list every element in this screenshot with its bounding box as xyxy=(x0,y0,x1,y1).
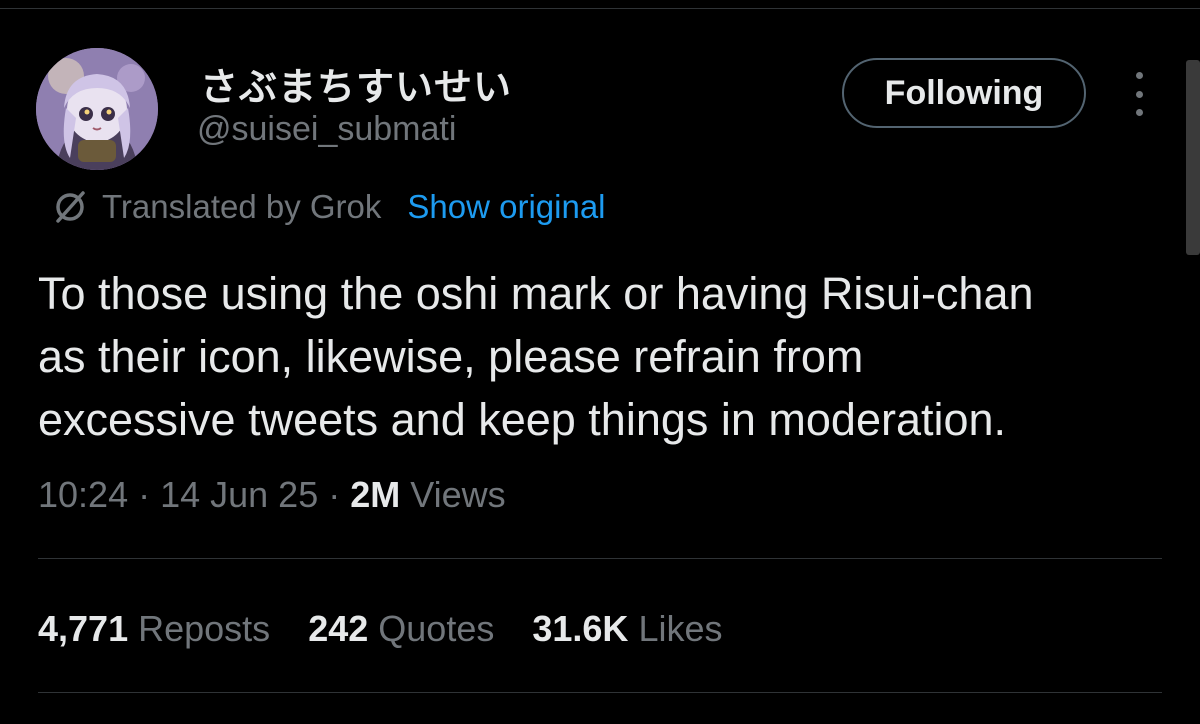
reposts-stat[interactable]: 4,771 Reposts xyxy=(38,608,270,650)
more-dot xyxy=(1135,72,1143,79)
more-dot xyxy=(1135,109,1143,116)
quotes-count: 242 xyxy=(308,608,369,649)
likes-label: Likes xyxy=(638,608,723,649)
tweet-text-line: as their icon, likewise, please refrain … xyxy=(38,331,864,382)
reposts-label: Reposts xyxy=(138,608,271,649)
user-handle[interactable]: @suisei_submati xyxy=(197,110,456,149)
quotes-stat[interactable]: 242 Quotes xyxy=(308,608,494,650)
translate-icon xyxy=(56,191,85,223)
views-count: 2M xyxy=(350,474,401,515)
avatar-image xyxy=(36,48,158,170)
tweet-text-line: To those using the oshi mark or having R… xyxy=(38,268,1034,319)
tweet-time[interactable]: 10:24 xyxy=(38,474,128,515)
translated-by-label: Translated by Grok xyxy=(102,188,382,225)
translation-row: Translated by Grok Show original xyxy=(50,186,606,228)
more-dot xyxy=(1135,90,1143,98)
following-button[interactable]: Following xyxy=(842,58,1086,128)
tweet-text-line: excessive tweets and keep things in mode… xyxy=(38,394,1007,445)
divider xyxy=(38,692,1162,693)
engagement-stats: 4,771 Reposts 242 Quotes 31.6K Likes xyxy=(38,608,761,650)
tweet-text: To those using the oshi mark or having R… xyxy=(38,262,1178,451)
show-original-link[interactable]: Show original xyxy=(407,188,605,226)
tweet-meta: 10:24 · 14 Jun 25 · 2M Views xyxy=(38,474,506,516)
meta-separator: · xyxy=(318,474,351,515)
avatar[interactable] xyxy=(36,48,158,170)
tweet-date[interactable]: 14 Jun 25 xyxy=(160,474,318,515)
likes-stat[interactable]: 31.6K Likes xyxy=(532,608,722,650)
quotes-label: Quotes xyxy=(378,608,495,649)
views-label: Views xyxy=(410,474,506,515)
reposts-count: 4,771 xyxy=(38,608,129,649)
display-name[interactable]: さぶまちすいせい xyxy=(200,56,512,111)
likes-count: 31.6K xyxy=(532,608,629,649)
meta-separator: · xyxy=(128,474,161,515)
scrollbar-thumb[interactable] xyxy=(1186,60,1200,255)
top-divider xyxy=(0,8,1200,9)
divider xyxy=(38,558,1162,559)
more-options-button[interactable] xyxy=(1124,72,1154,116)
